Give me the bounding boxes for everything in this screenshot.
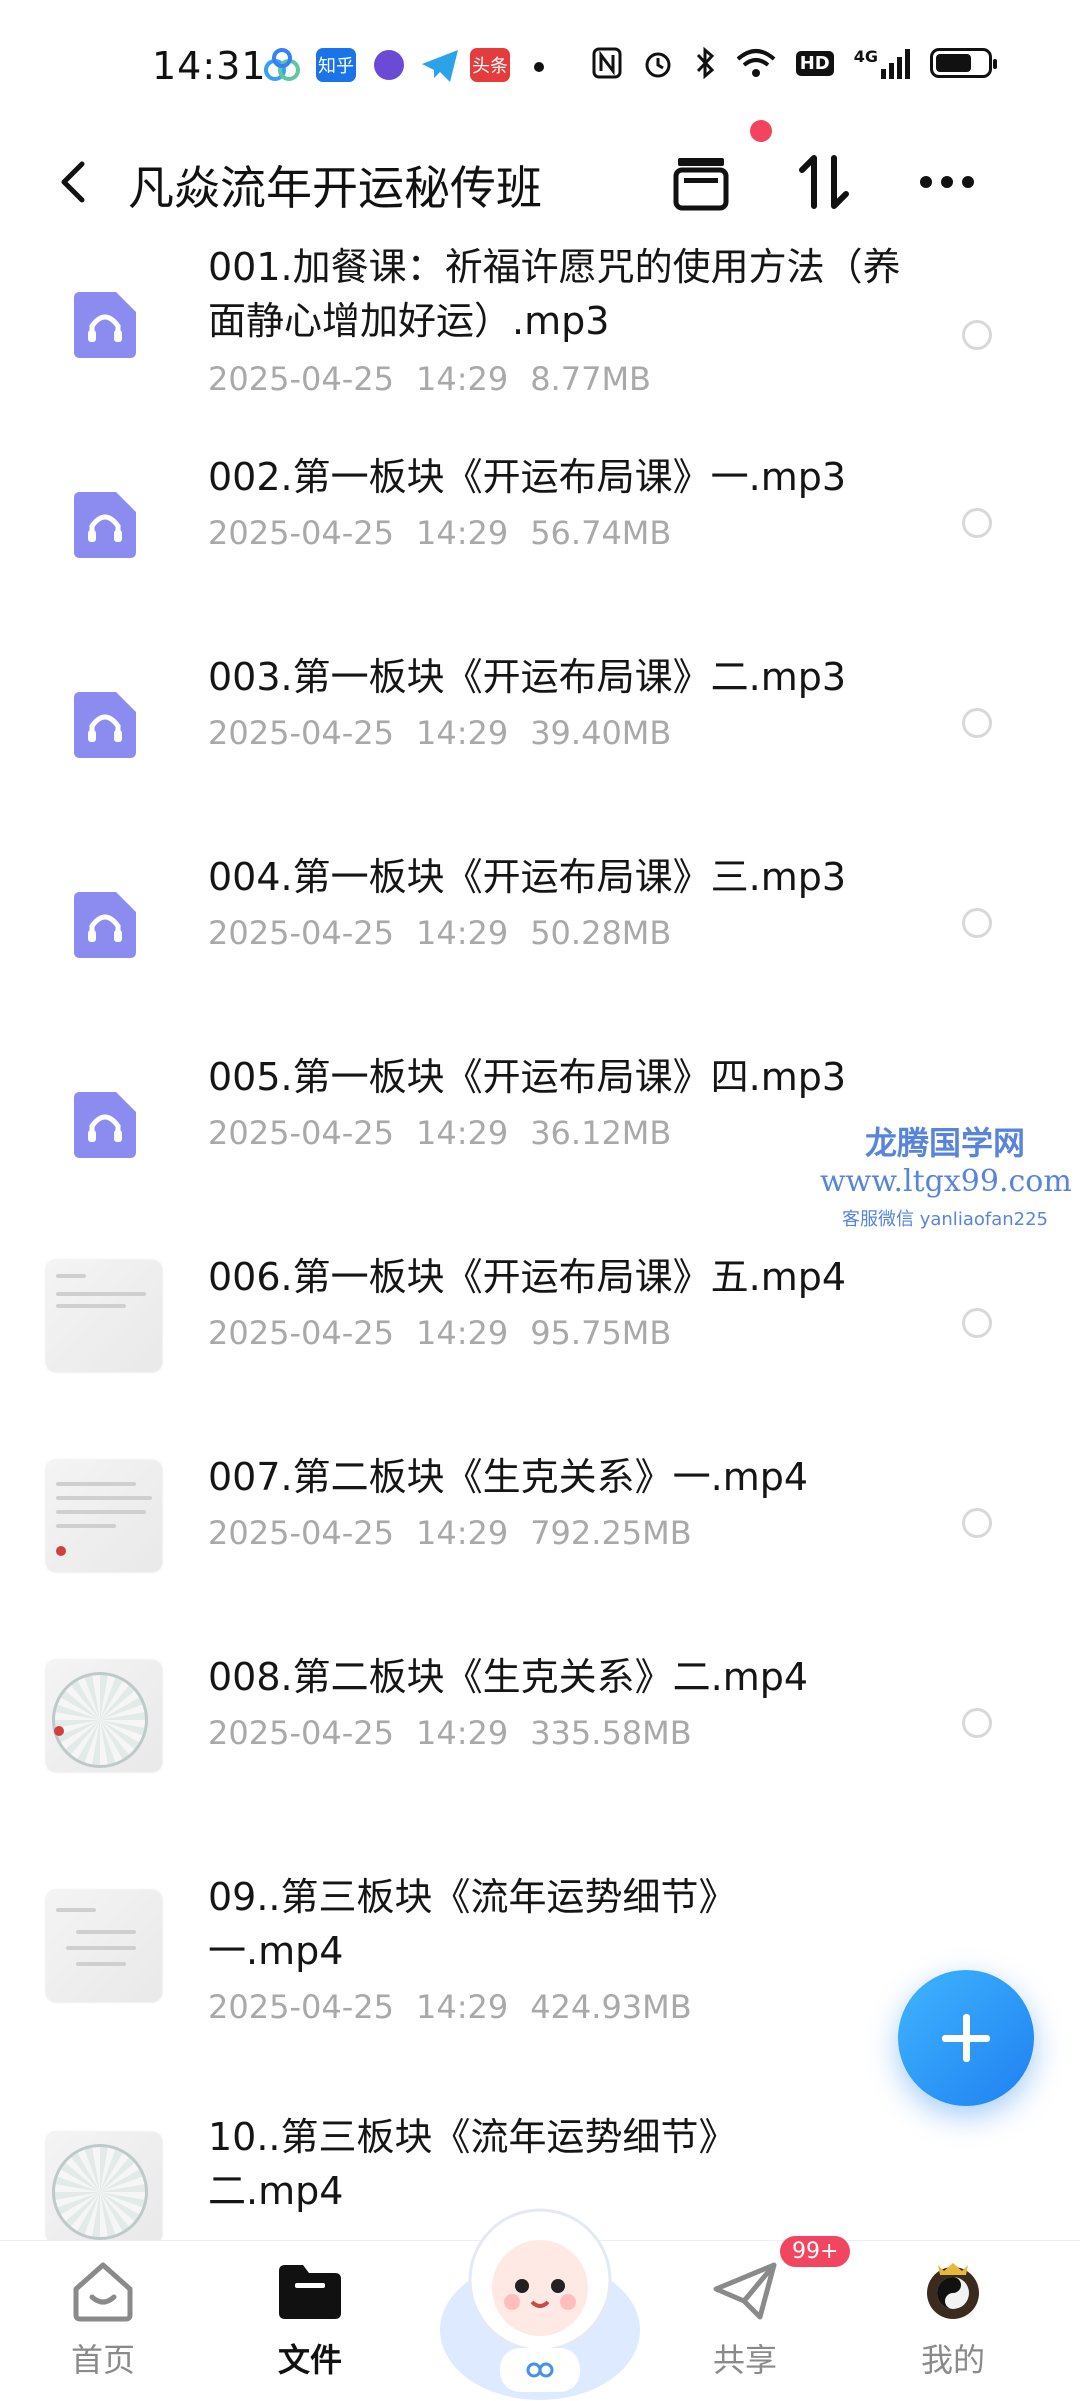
video-thumbnail [46, 1460, 162, 1572]
add-button[interactable] [898, 1970, 1034, 2106]
select-radio[interactable] [962, 1708, 992, 1738]
more-notifications-dot [534, 62, 544, 72]
home-icon [73, 2262, 133, 2322]
file-meta: 2025-04-25 14:29 792.25MB [208, 1514, 692, 1552]
select-radio[interactable] [962, 508, 992, 538]
select-radio[interactable] [962, 908, 992, 938]
file-name: 09..第三板块《流年运势细节》一.mp4 [208, 1875, 737, 1973]
tab-home[interactable]: 首页 [28, 2259, 178, 2381]
video-thumbnail [46, 1890, 162, 2002]
notification-dot [750, 120, 772, 142]
archive-icon[interactable] [666, 150, 736, 214]
page-title: 凡焱流年开运秘传班 [128, 161, 542, 215]
video-thumbnail [46, 2132, 162, 2240]
network-type-label: 4G [853, 47, 878, 66]
signal-icon: 4G [854, 47, 910, 79]
file-meta: 2025-04-25 14:29 95.75MB [208, 1314, 672, 1352]
video-thumbnail [46, 1660, 162, 1772]
video-thumbnail [46, 1260, 162, 1372]
file-row[interactable]: 007.第二板块《生克关系》一.mp4 2025-04-25 14:29 792.2… [0, 1455, 1080, 1630]
file-name: 007.第二板块《生克关系》一.mp4 [208, 1455, 809, 1499]
select-radio[interactable] [962, 320, 992, 350]
avatar-icon [927, 2263, 979, 2319]
folder-icon [279, 2265, 341, 2319]
tab-label: 我的 [920, 2341, 985, 2379]
select-radio[interactable] [962, 1508, 992, 1538]
file-list: 001.加餐课：祈福许愿咒的使用方法（养面静心增加好运）.mp3 2025-04… [0, 230, 1080, 2240]
mascot-icon[interactable] [430, 2180, 650, 2400]
cloud-app-icon [264, 48, 300, 81]
tab-label: 文件 [277, 2341, 342, 2379]
file-name: 006.第一板块《开运布局课》五.mp4 [208, 1255, 847, 1299]
file-meta: 2025-04-25 14:29 39.40MB [208, 714, 672, 752]
status-right-icons: HD 4G [592, 46, 997, 80]
sort-icon[interactable] [790, 150, 860, 214]
status-bar: 14:31 知乎 头条 HD 4G [0, 0, 1080, 130]
file-row[interactable]: 004.第一板块《开运布局课》三.mp3 2025-04-25 14:29 50.2… [0, 855, 1080, 1030]
file-meta: 2025-04-25 14:29 8.77MB [208, 360, 651, 398]
file-meta: 2025-04-25 14:29 36.12MB [208, 1114, 672, 1152]
audio-file-icon [74, 692, 136, 758]
select-radio[interactable] [962, 1308, 992, 1338]
file-name: 002.第一板块《开运布局课》一.mp3 [208, 455, 847, 499]
file-meta: 2025-04-25 14:29 424.93MB [208, 1988, 692, 2026]
file-row[interactable]: 008.第二板块《生克关系》二.mp4 2025-04-25 14:29 335.5… [0, 1655, 1080, 1830]
tab-label: 首页 [70, 2341, 135, 2379]
zhihu-app-icon: 知乎 [316, 48, 356, 82]
file-row[interactable]: 001.加餐课：祈福许愿咒的使用方法（养面静心增加好运）.mp3 2025-04… [0, 230, 1080, 440]
bluetooth-icon [696, 46, 714, 80]
tab-files[interactable]: 文件 [235, 2259, 385, 2381]
watermark-title: 龙腾国学网 [864, 1124, 1025, 1162]
audio-file-icon [74, 892, 136, 958]
hd-icon: HD [795, 50, 834, 76]
file-name: 005.第一板块《开运布局课》四.mp3 [208, 1055, 847, 1099]
toutiao-app-icon: 头条 [470, 48, 510, 82]
select-radio[interactable] [962, 708, 992, 738]
battery-icon [930, 48, 997, 78]
tab-share[interactable]: 共享 [670, 2259, 820, 2381]
audio-file-icon [74, 1092, 136, 1158]
share-badge: 99+ [780, 2236, 851, 2267]
nfc-icon [592, 47, 622, 79]
top-app-bar: 凡焱流年开运秘传班 [0, 130, 1080, 230]
alarm-icon [645, 52, 671, 78]
file-row[interactable]: 006.第一板块《开运布局课》五.mp4 2025-04-25 14:29 95.7… [0, 1255, 1080, 1430]
file-meta: 2025-04-25 14:29 50.28MB [208, 914, 672, 952]
more-options-icon[interactable] [912, 150, 982, 214]
back-arrow-icon[interactable] [50, 154, 100, 210]
app-notification-icon [374, 50, 404, 80]
file-name: 003.第一板块《开运布局课》二.mp3 [208, 655, 847, 699]
tab-mine[interactable]: 我的 [878, 2259, 1028, 2381]
watermark: 龙腾国学网 www.ltgx99.com 客服微信 yanliaofan225 [820, 1118, 1072, 1231]
audio-file-icon [74, 492, 136, 558]
tab-label: 共享 [712, 2341, 777, 2379]
telegram-icon [422, 50, 458, 82]
file-name: 008.第二板块《生克关系》二.mp4 [208, 1655, 809, 1699]
audio-file-icon [74, 292, 136, 358]
file-name: 004.第一板块《开运布局课》三.mp3 [208, 855, 847, 899]
watermark-url: www.ltgx99.com [820, 1164, 1072, 1199]
file-row[interactable]: 003.第一板块《开运布局课》二.mp3 2025-04-25 14:29 39.4… [0, 655, 1080, 830]
wifi-icon [736, 49, 776, 77]
status-time: 14:31 [152, 44, 267, 88]
file-meta: 2025-04-25 14:29 335.58MB [208, 1714, 692, 1752]
file-name: 001.加餐课：祈福许愿咒的使用方法（养面静心增加好运）.mp3 [208, 245, 901, 343]
paper-plane-icon [713, 2262, 777, 2320]
file-meta: 2025-04-25 14:29 56.74MB [208, 514, 672, 552]
file-row[interactable]: 002.第一板块《开运布局课》一.mp3 2025-04-25 14:29 56.7… [0, 455, 1080, 630]
watermark-contact: 客服微信 yanliaofan225 [842, 1209, 1048, 1230]
